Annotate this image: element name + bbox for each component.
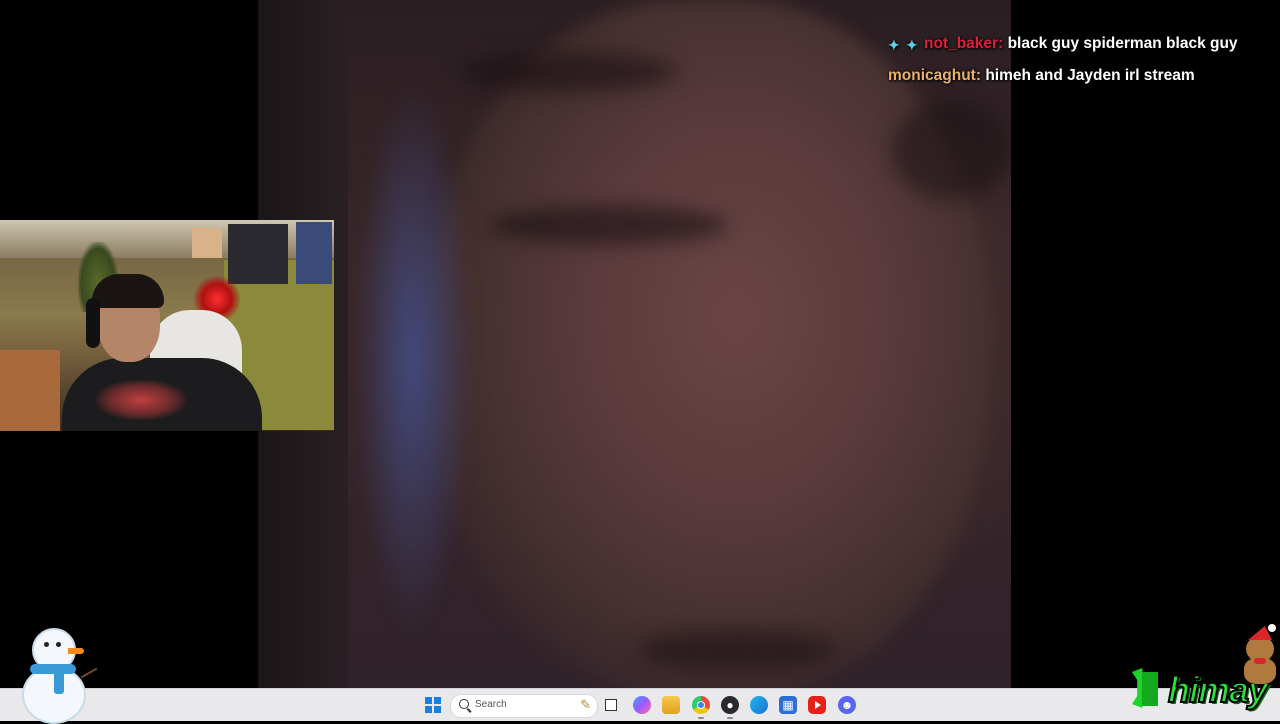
webcam-poster: [228, 224, 288, 284]
obs-icon[interactable]: ●: [721, 696, 739, 714]
main-video-feed: [258, 0, 1011, 690]
teddy-bear-icon: [1238, 624, 1280, 686]
video-brow: [458, 52, 678, 92]
video-face-blur: [428, 0, 988, 690]
chat-message: ✦ ✦ not_baker: black guy spiderman black g…: [888, 33, 1273, 55]
file-explorer-icon[interactable]: [662, 696, 680, 714]
chat-username: monicaghut:: [888, 67, 981, 84]
windows-taskbar: ody Search ✎ ● ▦ ☻: [0, 688, 1280, 721]
streamer-hair: [92, 274, 164, 308]
copilot-icon[interactable]: [633, 696, 651, 714]
shirt-print: [96, 380, 186, 420]
webcam-poster: [296, 222, 332, 284]
video-shadow-right: [891, 100, 1011, 200]
youtube-icon[interactable]: [808, 696, 826, 714]
windows-start-icon[interactable]: [425, 697, 441, 713]
video-eye: [488, 205, 728, 245]
chat-username: not_baker:: [924, 35, 1004, 52]
microsoft-store-icon[interactable]: ▦: [779, 696, 797, 714]
chat-overlay: ✦ ✦ not_baker: black guy spiderman black g…: [888, 33, 1273, 97]
chat-text: himeh and Jayden irl stream: [985, 67, 1195, 84]
search-highlight-icon: ✎: [580, 697, 591, 712]
running-indicator: [698, 717, 704, 719]
running-indicator: [727, 717, 733, 719]
video-blue-light: [353, 80, 473, 640]
task-view-icon[interactable]: [603, 696, 621, 714]
chrome-icon[interactable]: [692, 696, 710, 714]
webcam-overlay: [0, 220, 334, 431]
edge-icon[interactable]: [750, 696, 768, 714]
webcam-poster: [192, 228, 222, 258]
snowman-icon: [14, 626, 98, 724]
headphones: [86, 298, 100, 348]
search-placeholder: Search: [475, 699, 507, 710]
sword-badge-icon: ✦: [906, 37, 918, 53]
video-mouth: [638, 630, 838, 670]
taskbar-search-box[interactable]: Search ✎: [450, 694, 598, 718]
discord-icon[interactable]: ☻: [838, 696, 856, 714]
webcam-cabinet: [0, 350, 60, 431]
search-icon: [459, 699, 469, 709]
sword-badge-icon: ✦: [888, 37, 900, 53]
chat-message: monicaghut: himeh and Jayden irl stream: [888, 65, 1273, 87]
chat-text: black guy spiderman black guy: [1007, 35, 1238, 52]
